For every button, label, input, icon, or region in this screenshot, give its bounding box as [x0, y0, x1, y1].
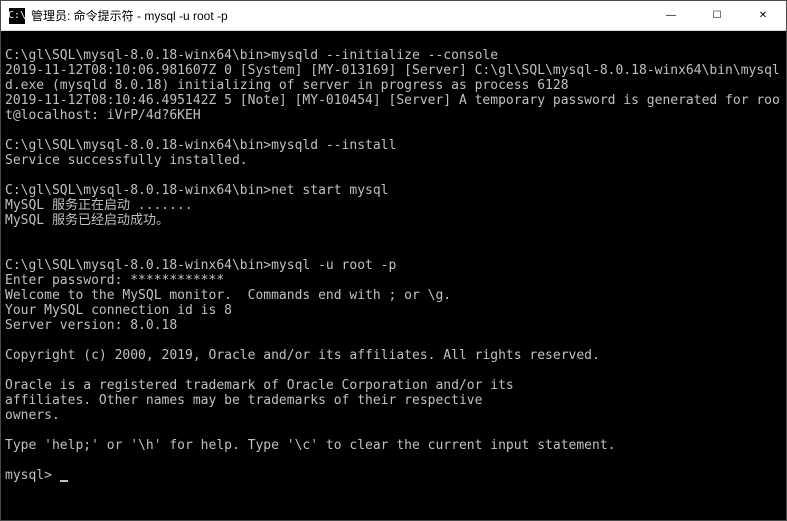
window-frame: C:\ 管理员: 命令提示符 - mysql -u root -p — ☐ ✕ … [0, 0, 787, 521]
titlebar[interactable]: C:\ 管理员: 命令提示符 - mysql -u root -p — ☐ ✕ [1, 1, 786, 31]
app-icon: C:\ [9, 8, 25, 24]
terminal-output[interactable]: C:\gl\SQL\mysql-8.0.18-winx64\bin>mysqld… [1, 31, 786, 520]
close-button[interactable]: ✕ [740, 1, 786, 30]
window-title: 管理员: 命令提示符 - mysql -u root -p [31, 7, 648, 24]
maximize-button[interactable]: ☐ [694, 1, 740, 30]
window-controls: — ☐ ✕ [648, 1, 786, 30]
minimize-button[interactable]: — [648, 1, 694, 30]
cursor [60, 480, 68, 482]
